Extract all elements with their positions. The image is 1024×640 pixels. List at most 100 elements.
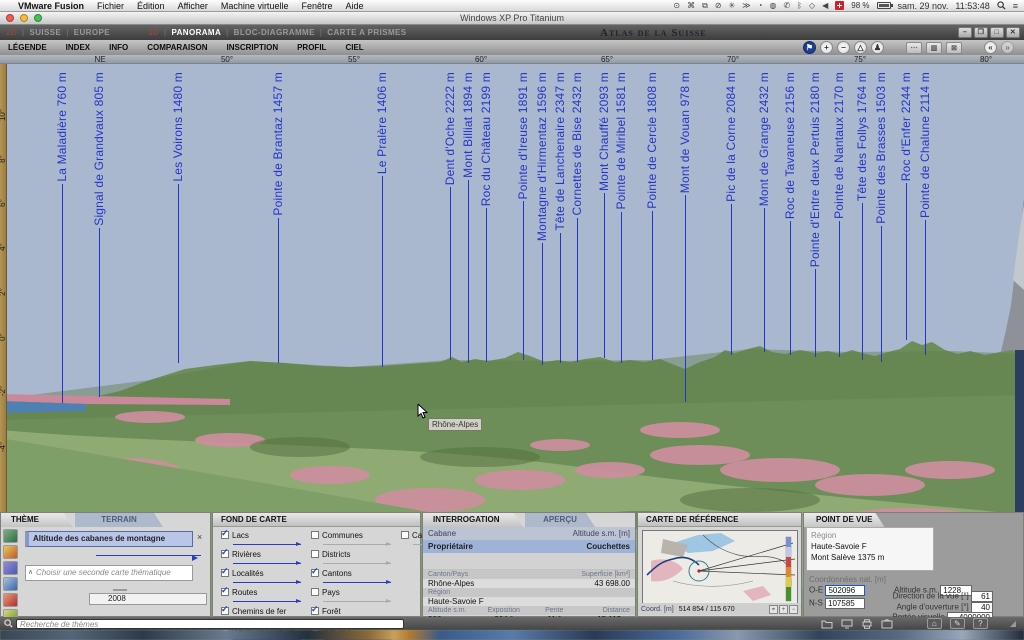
- tab-interrogation[interactable]: INTERROGATION: [423, 513, 523, 527]
- layer-opacity-slider-pays[interactable]: [323, 601, 391, 605]
- collapse-right-button[interactable]: »: [1001, 41, 1014, 54]
- resize-grip[interactable]: ◢: [1010, 619, 1016, 628]
- zoom-extent-button[interactable]: +: [779, 605, 788, 614]
- forward-menu-icon[interactable]: ≫: [742, 2, 750, 10]
- layer-opacity-slider-rivieres[interactable]: [233, 563, 301, 567]
- layer-opacity-slider-communes[interactable]: [323, 544, 391, 548]
- reference-minimap[interactable]: [642, 530, 798, 608]
- dnd-menu-icon[interactable]: ⊘: [715, 2, 722, 10]
- app-menu-profil[interactable]: PROFIL: [297, 43, 326, 52]
- direction-field[interactable]: 61: [971, 591, 993, 602]
- home-view-button[interactable]: ⌂: [927, 618, 942, 629]
- transport-category-icon[interactable]: [3, 593, 18, 607]
- menu-item-fenetre[interactable]: Fenêtre: [301, 1, 332, 11]
- secondary-theme-select[interactable]: Choisir une seconde carte thématique: [25, 565, 193, 581]
- nature-category-icon[interactable]: [3, 529, 18, 543]
- eject-menu-icon[interactable]: ◍: [769, 2, 776, 10]
- app-menu-legende[interactable]: LÉGENDE: [8, 43, 47, 52]
- observer-button[interactable]: ♟: [871, 41, 884, 54]
- export-icon[interactable]: [881, 619, 893, 629]
- checkbox-unchecked-icon[interactable]: [311, 531, 319, 539]
- mode-tab-2d[interactable]: 2D: [6, 28, 17, 37]
- layer-toggle-lacs[interactable]: ✓Lacs: [221, 531, 301, 543]
- year-field[interactable]: 2008: [89, 593, 207, 605]
- mode-tab-3d[interactable]: 3D: [148, 28, 159, 37]
- menu-item-machine-virtuelle[interactable]: Machine virtuelle: [221, 1, 289, 11]
- sync-menu-icon[interactable]: ⊙: [673, 2, 680, 10]
- zoom-in-button[interactable]: +: [820, 41, 833, 54]
- tab-apercu[interactable]: APERÇU: [525, 513, 595, 527]
- recenter-map-button[interactable]: ⌖: [769, 605, 778, 614]
- mode-tab-bloc-diagramme[interactable]: BLOC-DIAGRAMME: [234, 28, 315, 37]
- vm-window-titlebar[interactable]: Windows XP Pro Titanium: [0, 12, 1024, 25]
- checkbox-checked-icon[interactable]: ✓: [221, 569, 229, 577]
- layer-toggle-districts[interactable]: Districts: [311, 550, 391, 562]
- checkbox-unchecked-icon[interactable]: [311, 550, 319, 558]
- windows-menu-icon[interactable]: ⧉: [702, 2, 708, 10]
- society-category-icon[interactable]: [3, 545, 18, 559]
- mode-tab-carte-a-prismes[interactable]: CARTE A PRISMES: [327, 28, 406, 37]
- mode-tab-europe[interactable]: EUROPE: [74, 28, 110, 37]
- close-button[interactable]: ✕: [1006, 27, 1020, 38]
- keyboard-layout-swiss-icon[interactable]: [835, 1, 844, 10]
- menu-item-edition[interactable]: Édition: [137, 1, 165, 11]
- menubar-clock[interactable]: 11:53:48: [955, 1, 989, 11]
- display-icon[interactable]: [841, 619, 853, 629]
- layer-opacity-slider-localites[interactable]: [233, 582, 301, 586]
- proprietaire-row[interactable]: PropriétaireCouchettes: [423, 540, 635, 553]
- app-menu-ciel[interactable]: CIEL: [345, 43, 363, 52]
- checkbox-checked-icon[interactable]: ✓: [221, 588, 229, 596]
- menu-item-vmware-fusion[interactable]: VMware Fusion: [18, 1, 84, 11]
- open-file-icon[interactable]: [821, 619, 833, 629]
- layer-toggle-rivieres[interactable]: ✓Rivières: [221, 550, 301, 562]
- app-menu-index[interactable]: INDEX: [66, 43, 90, 52]
- layer-opacity-slider-lacs[interactable]: [233, 544, 301, 548]
- pan-flag-button[interactable]: ⚑: [803, 41, 816, 54]
- app-menu-comparaison[interactable]: COMPARAISON: [147, 43, 207, 52]
- close-panels-button[interactable]: ⊠: [946, 42, 962, 54]
- print-icon[interactable]: [861, 619, 873, 629]
- notification-list-icon[interactable]: ≡: [1013, 2, 1018, 10]
- battery-icon[interactable]: [877, 2, 891, 9]
- layer-toggle-routes[interactable]: ✓Routes: [221, 588, 301, 600]
- zoom-out-button[interactable]: −: [837, 41, 850, 54]
- layer-toggle-communes[interactable]: Communes: [311, 531, 391, 543]
- collapse-left-button[interactable]: «: [984, 41, 997, 54]
- menu-item-fichier[interactable]: Fichier: [97, 1, 124, 11]
- layer-toggle-pays[interactable]: Pays: [311, 588, 391, 600]
- layer-opacity-slider-cantons[interactable]: [323, 582, 391, 586]
- app-menu-info[interactable]: INFO: [109, 43, 128, 52]
- checkbox-checked-icon[interactable]: ✓: [221, 531, 229, 539]
- clear-theme-icon[interactable]: ×: [197, 532, 202, 542]
- economy-category-icon[interactable]: [3, 561, 18, 575]
- mode-tab-panorama[interactable]: PANORAMA: [171, 28, 221, 37]
- checkbox-checked-icon[interactable]: ✓: [221, 550, 229, 558]
- flux-menu-icon[interactable]: ✳: [729, 2, 736, 10]
- mode-tab-suisse[interactable]: SUISSE: [30, 28, 62, 37]
- layer-toggle-localites[interactable]: ✓Localités: [221, 569, 301, 581]
- checkbox-unchecked-icon[interactable]: [401, 531, 409, 539]
- tools-button[interactable]: ✎: [950, 618, 965, 629]
- checkbox-checked-icon[interactable]: ✓: [311, 569, 319, 577]
- help-button[interactable]: ?: [973, 618, 988, 629]
- minimize-button[interactable]: –: [958, 27, 972, 38]
- menu-item-afficher[interactable]: Afficher: [178, 1, 208, 11]
- checkbox-checked-icon[interactable]: ✓: [311, 607, 319, 615]
- map-options-button[interactable]: −: [789, 605, 798, 614]
- phone-menu-icon[interactable]: ✆: [783, 2, 790, 10]
- primary-theme-select[interactable]: Altitude des cabanes de montagne: [25, 531, 193, 547]
- year-slider[interactable]: [113, 589, 127, 591]
- layer-toggle-cantons[interactable]: ✓Cantons: [311, 569, 391, 581]
- checkbox-checked-icon[interactable]: ✓: [221, 607, 229, 615]
- app-menu-inscription[interactable]: INSCRIPTION: [227, 43, 279, 52]
- volume-menu-icon[interactable]: ◀: [822, 2, 828, 10]
- layer-opacity-slider-districts[interactable]: [323, 563, 391, 567]
- spotlight-icon[interactable]: [997, 1, 1006, 10]
- theme-search-input[interactable]: Recherche de thèmes: [16, 619, 404, 629]
- restore-button[interactable]: ❐: [974, 27, 988, 38]
- tab-theme[interactable]: THÈME: [1, 513, 73, 527]
- panel-layout-button[interactable]: ⋯: [906, 42, 922, 54]
- state-category-icon[interactable]: [3, 577, 18, 591]
- menu-item-aide[interactable]: Aide: [345, 1, 363, 11]
- time-machine-menu-icon[interactable]: ◔: [758, 2, 763, 10]
